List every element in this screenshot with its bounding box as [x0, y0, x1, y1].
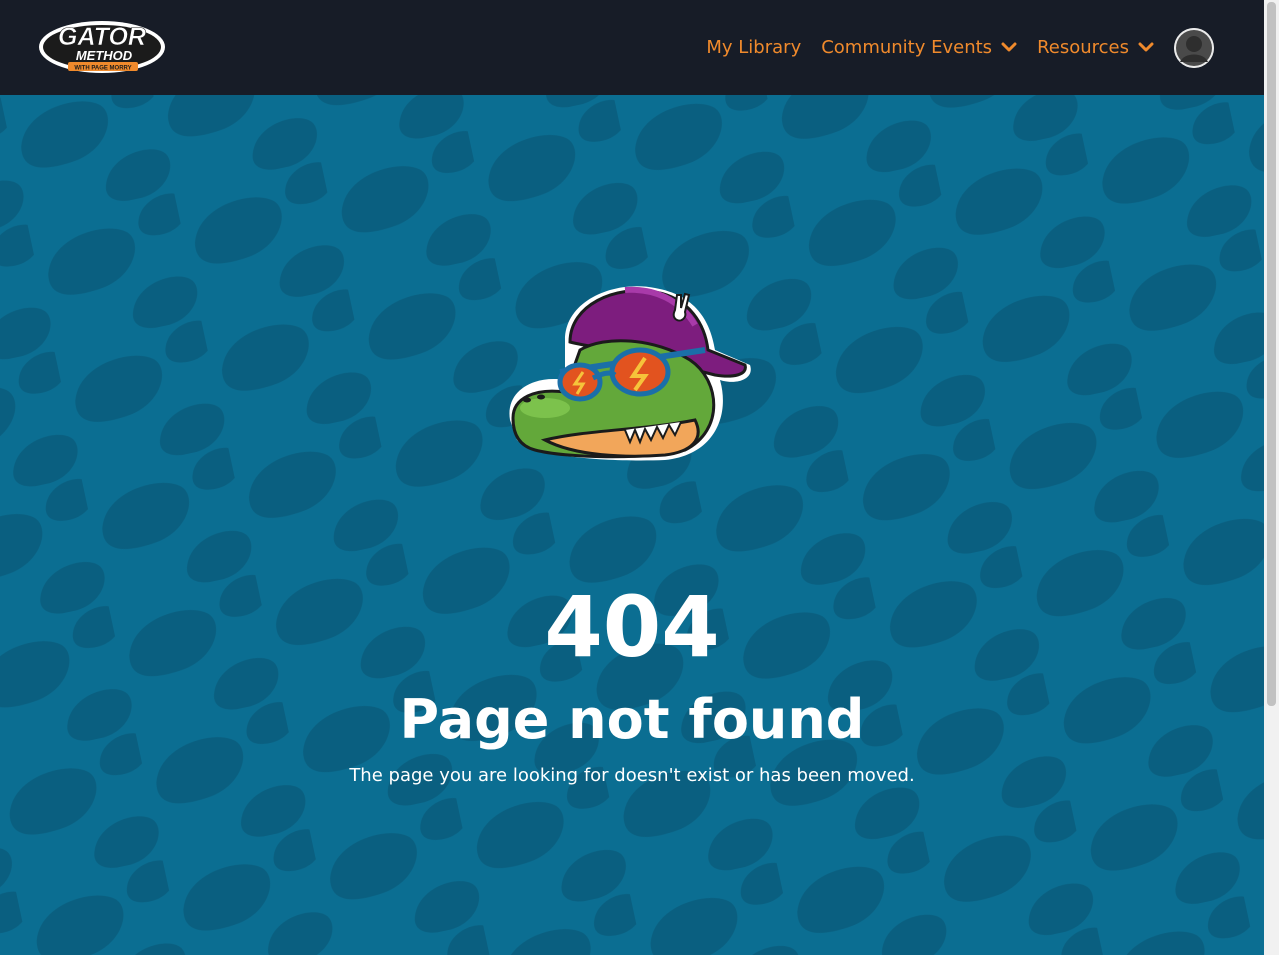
gator-mascot-illustration	[509, 286, 751, 461]
error-message: The page you are looking for doesn't exi…	[349, 765, 915, 786]
svg-text:GATOR: GATOR	[58, 23, 146, 51]
top-navbar: GATOR METHOD WITH PAGE MORRY My Library …	[0, 0, 1264, 95]
nav-community-events-label: Community Events	[821, 37, 993, 58]
avatar-silhouette-icon	[1174, 27, 1214, 68]
svg-text:METHOD: METHOD	[76, 48, 133, 63]
error-code: 404	[544, 578, 720, 676]
error-page: 404 Page not found The page you are look…	[0, 95, 1264, 955]
page-scrollbar[interactable]	[1264, 0, 1279, 955]
chevron-down-icon	[1138, 42, 1154, 52]
svg-text:WITH PAGE MORRY: WITH PAGE MORRY	[74, 66, 131, 72]
nav-my-library[interactable]: My Library	[706, 37, 801, 58]
nav-my-library-label: My Library	[706, 37, 802, 58]
nav-community-events[interactable]: Community Events	[821, 37, 1017, 58]
scrollbar-thumb[interactable]	[1267, 2, 1276, 706]
chevron-down-icon	[1001, 42, 1017, 52]
gator-method-logo[interactable]: GATOR METHOD WITH PAGE MORRY	[38, 18, 166, 74]
user-avatar-icon[interactable]	[1174, 27, 1214, 68]
main-nav: My Library Community Events Resources	[686, 0, 1214, 95]
nav-resources-label: Resources	[1037, 37, 1129, 58]
scale-pattern-background	[0, 95, 1264, 955]
nav-resources[interactable]: Resources	[1037, 37, 1154, 58]
error-title: Page not found	[399, 688, 865, 751]
